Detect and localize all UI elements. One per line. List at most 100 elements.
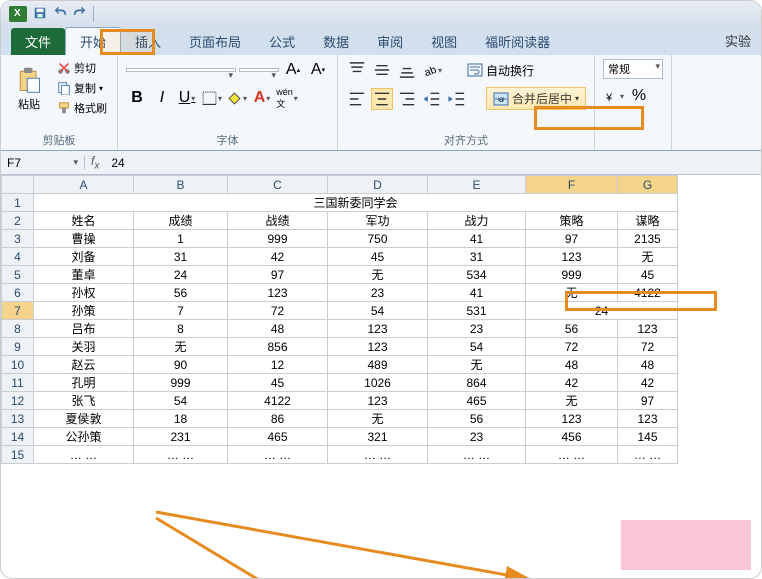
col-header-D[interactable]: D [328, 176, 428, 194]
header-cell[interactable]: 战力 [428, 212, 526, 230]
table-cell[interactable]: 2135 [618, 230, 678, 248]
col-header-E[interactable]: E [428, 176, 526, 194]
table-cell[interactable]: 489 [328, 356, 428, 374]
table-cell[interactable]: 48 [526, 356, 618, 374]
col-header-F[interactable]: F [526, 176, 618, 194]
table-cell[interactable]: 856 [228, 338, 328, 356]
undo-icon[interactable] [53, 6, 67, 23]
table-cell[interactable]: 750 [328, 230, 428, 248]
table-cell[interactable]: 123 [526, 410, 618, 428]
table-cell[interactable]: 31 [134, 248, 228, 266]
table-cell[interactable]: 45 [328, 248, 428, 266]
row-header-2[interactable]: 2 [2, 212, 34, 230]
table-cell[interactable]: 123 [618, 320, 678, 338]
table-cell[interactable]: 72 [618, 338, 678, 356]
table-cell[interactable]: 孙权 [34, 284, 134, 302]
table-cell[interactable]: 赵云 [34, 356, 134, 374]
phonetic-button[interactable]: wén文 [276, 87, 298, 109]
col-header-B[interactable]: B [134, 176, 228, 194]
table-cell[interactable]: 42 [618, 374, 678, 392]
table-cell[interactable]: 999 [134, 374, 228, 392]
align-left-icon[interactable] [346, 88, 368, 110]
table-cell[interactable]: 48 [618, 356, 678, 374]
table-cell[interactable]: 无 [618, 248, 678, 266]
format-painter-button[interactable]: 格式刷 [55, 99, 109, 117]
table-cell[interactable]: 123 [328, 392, 428, 410]
select-all-corner[interactable] [2, 176, 34, 194]
tab-review[interactable]: 审阅 [363, 28, 417, 55]
table-cell[interactable]: 123 [328, 338, 428, 356]
col-header-C[interactable]: C [228, 176, 328, 194]
header-cell[interactable]: 姓名 [34, 212, 134, 230]
table-cell[interactable]: 123 [618, 410, 678, 428]
font-color-button[interactable]: A [251, 87, 273, 109]
row-header-5[interactable]: 5 [2, 266, 34, 284]
table-cell[interactable]: 无 [134, 338, 228, 356]
table-cell[interactable]: 42 [228, 248, 328, 266]
table-cell[interactable]: 无 [328, 410, 428, 428]
decrease-indent-icon[interactable] [421, 88, 443, 110]
table-cell[interactable]: 1026 [328, 374, 428, 392]
table-cell[interactable]: 无 [328, 266, 428, 284]
row-header-9[interactable]: 9 [2, 338, 34, 356]
row-header-14[interactable]: 14 [2, 428, 34, 446]
header-cell[interactable]: 策略 [526, 212, 618, 230]
table-cell[interactable]: 45 [618, 266, 678, 284]
table-cell[interactable]: … … [228, 446, 328, 464]
table-cell[interactable]: … … [618, 446, 678, 464]
table-cell[interactable]: 48 [228, 320, 328, 338]
table-cell[interactable]: 72 [526, 338, 618, 356]
row-header-4[interactable]: 4 [2, 248, 34, 266]
row-header-15[interactable]: 15 [2, 446, 34, 464]
tab-layout[interactable]: 页面布局 [175, 28, 255, 55]
row-header-3[interactable]: 3 [2, 230, 34, 248]
table-cell[interactable]: 97 [228, 266, 328, 284]
paste-button[interactable]: 粘贴 [9, 59, 49, 119]
row-header-8[interactable]: 8 [2, 320, 34, 338]
table-cell[interactable]: 999 [228, 230, 328, 248]
row-header-7[interactable]: 7 [2, 302, 34, 320]
decrease-font-icon[interactable]: A▾ [307, 59, 329, 81]
table-cell[interactable]: … … [134, 446, 228, 464]
spreadsheet-grid[interactable]: ABCDEFG1三国新委同学会2姓名成绩战绩军功战力策略谋略3曹操1999750… [1, 175, 761, 464]
redo-icon[interactable] [73, 6, 87, 23]
table-cell[interactable]: 张飞 [34, 392, 134, 410]
table-cell[interactable]: 无 [526, 392, 618, 410]
header-cell[interactable]: 战绩 [228, 212, 328, 230]
table-cell[interactable]: 465 [428, 392, 526, 410]
header-cell[interactable]: 谋略 [618, 212, 678, 230]
table-cell[interactable]: 7 [134, 302, 228, 320]
row-header-12[interactable]: 12 [2, 392, 34, 410]
table-cell[interactable]: … … [328, 446, 428, 464]
copy-button[interactable]: 复制▾ [55, 79, 109, 97]
percent-icon[interactable]: % [628, 85, 650, 107]
table-cell[interactable]: 刘备 [34, 248, 134, 266]
table-cell[interactable]: 31 [428, 248, 526, 266]
table-cell[interactable]: 42 [526, 374, 618, 392]
row-header-13[interactable]: 13 [2, 410, 34, 428]
table-cell[interactable]: 531 [428, 302, 526, 320]
fx-icon[interactable]: fx [85, 154, 105, 171]
orientation-icon[interactable]: ab [421, 59, 443, 81]
table-cell[interactable]: 曹操 [34, 230, 134, 248]
table-cell[interactable]: 231 [134, 428, 228, 446]
table-cell[interactable]: 123 [228, 284, 328, 302]
table-cell[interactable]: 534 [428, 266, 526, 284]
table-cell[interactable]: 18 [134, 410, 228, 428]
font-family-select[interactable] [126, 68, 236, 72]
underline-button[interactable]: U [176, 87, 198, 109]
tab-data[interactable]: 数据 [309, 28, 363, 55]
header-cell[interactable]: 军功 [328, 212, 428, 230]
increase-font-icon[interactable]: A▴ [282, 59, 304, 81]
table-cell[interactable]: 54 [428, 338, 526, 356]
increase-indent-icon[interactable] [446, 88, 468, 110]
table-cell[interactable]: 23 [328, 284, 428, 302]
table-cell[interactable]: 12 [228, 356, 328, 374]
row-header-6[interactable]: 6 [2, 284, 34, 302]
table-cell[interactable]: 456 [526, 428, 618, 446]
cut-button[interactable]: 剪切 [55, 59, 109, 77]
table-cell[interactable]: 4122 [228, 392, 328, 410]
table-cell[interactable]: … … [526, 446, 618, 464]
align-bottom-icon[interactable] [396, 59, 418, 81]
table-cell[interactable]: 56 [526, 320, 618, 338]
